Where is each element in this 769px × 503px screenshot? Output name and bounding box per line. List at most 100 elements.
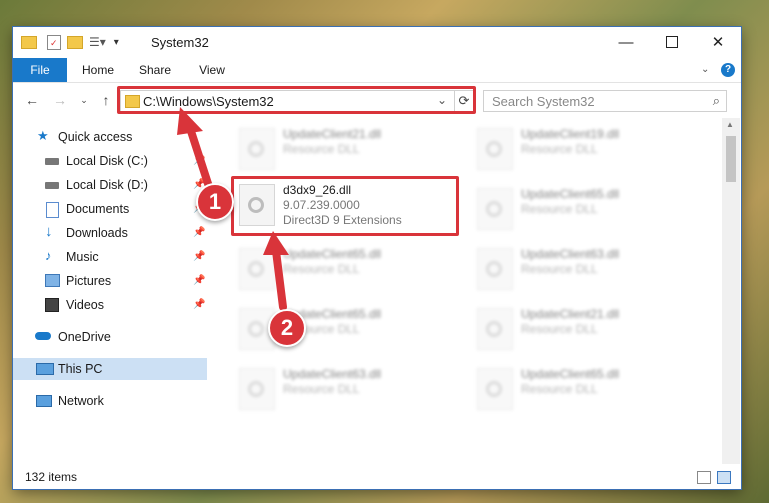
file-type: Resource DLL xyxy=(521,262,598,276)
forward-arrow-icon: → xyxy=(53,92,67,108)
sidebar-item-onedrive[interactable]: OneDrive xyxy=(13,326,207,348)
list-item[interactable]: UpdateClient21.dll Resource DLL xyxy=(233,124,463,172)
pin-icon: 📌 xyxy=(193,227,206,238)
search-icon: ⌕ xyxy=(712,93,720,108)
list-item[interactable]: UpdateClient65.dll Resource DLL xyxy=(471,184,701,232)
vertical-scrollbar[interactable]: ▲ xyxy=(722,118,740,464)
status-bar: 132 items xyxy=(13,465,741,489)
quick-access-toolbar: ✓ ☰▾ ▾ xyxy=(21,34,119,50)
tab-share[interactable]: Share xyxy=(131,58,179,82)
network-icon xyxy=(36,395,52,407)
file-list: UpdateClient21.dll Resource DLL UpdateCl… xyxy=(211,118,721,464)
sidebar-item-documents[interactable]: Documents 📌 xyxy=(13,198,207,220)
sidebar-item-label: Local Disk (C:) xyxy=(66,154,148,168)
address-highlight-box xyxy=(117,86,476,114)
tab-home[interactable]: Home xyxy=(75,58,121,82)
back-button[interactable]: ← xyxy=(23,92,41,108)
sidebar-item-label: OneDrive xyxy=(58,330,111,344)
download-icon: ↓ xyxy=(45,223,53,240)
sidebar-item-label: Documents xyxy=(66,202,130,216)
dll-file-icon xyxy=(477,368,513,410)
sidebar-item-label: Local Disk (D:) xyxy=(66,178,148,192)
sidebar-item-music[interactable]: ♪ Music 📌 xyxy=(13,246,207,268)
star-icon: ★ xyxy=(37,128,49,143)
new-folder-icon[interactable] xyxy=(67,35,83,49)
tab-view[interactable]: View xyxy=(189,58,235,82)
videos-icon xyxy=(45,298,59,312)
maximize-button[interactable] xyxy=(649,27,695,57)
pin-icon: 📌 xyxy=(193,275,206,286)
sidebar-item-pictures[interactable]: Pictures 📌 xyxy=(13,270,207,292)
file-type: Resource DLL xyxy=(283,382,360,396)
maximize-icon xyxy=(666,36,678,48)
ribbon: File Home Share View ⌄ ? xyxy=(13,58,741,83)
file-type: Resource DLL xyxy=(521,202,598,216)
file-type: Resource DLL xyxy=(521,142,598,156)
tab-file[interactable]: File xyxy=(13,58,67,82)
customize-icon[interactable]: ☰▾ xyxy=(89,35,106,49)
file-name: UpdateClient65.dll xyxy=(283,247,382,261)
dll-file-icon xyxy=(239,128,275,170)
computer-icon xyxy=(36,363,54,375)
search-input[interactable]: Search System32 ⌕ xyxy=(483,90,727,112)
file-type: Resource DLL xyxy=(521,322,598,336)
file-type: Resource DLL xyxy=(283,142,360,156)
music-icon: ♪ xyxy=(45,248,52,263)
close-button[interactable]: ✕ xyxy=(695,27,741,57)
list-item[interactable]: UpdateClient65.dll Resource DLL xyxy=(471,364,701,412)
file-name: UpdateClient63.dll xyxy=(521,247,620,261)
expand-ribbon-icon[interactable]: ⌄ xyxy=(701,64,709,75)
scrollbar-thumb[interactable] xyxy=(726,136,736,182)
sidebar-item-downloads[interactable]: ↓ Downloads 📌 xyxy=(13,222,207,244)
documents-icon xyxy=(46,202,59,218)
file-name: UpdateClient21.dll xyxy=(521,307,620,321)
list-item[interactable]: UpdateClient65.dll Resource DLL xyxy=(233,244,463,292)
minimize-button[interactable]: — xyxy=(603,27,649,57)
title-bar: ✓ ☰▾ ▾ System32 — ✕ xyxy=(13,27,741,58)
back-arrow-icon: ← xyxy=(25,92,39,108)
pin-icon: 📌 xyxy=(193,299,206,310)
pin-icon: 📌 xyxy=(193,155,206,166)
forward-button[interactable]: → xyxy=(51,92,69,108)
scroll-up-icon[interactable]: ▲ xyxy=(726,120,734,129)
sidebar-item-this-pc[interactable]: This PC xyxy=(13,358,207,380)
dll-file-icon xyxy=(239,248,275,290)
folder-icon[interactable] xyxy=(21,35,37,49)
sidebar-item-label: Network xyxy=(58,394,104,408)
file-name: UpdateClient63.dll xyxy=(283,367,382,381)
sidebar-item-local-disk-c[interactable]: Local Disk (C:) 📌 xyxy=(13,150,207,172)
window-title: System32 xyxy=(151,35,209,50)
properties-icon[interactable]: ✓ xyxy=(47,34,61,50)
sidebar-item-quick-access[interactable]: ★ Quick access xyxy=(13,126,207,148)
recent-locations-button[interactable]: ⌄ xyxy=(75,92,93,108)
details-view-icon[interactable] xyxy=(697,471,711,484)
help-icon[interactable]: ? xyxy=(721,63,735,77)
pin-icon: 📌 xyxy=(193,251,206,262)
list-item[interactable]: UpdateClient63.dll Resource DLL xyxy=(233,364,463,412)
file-type: Resource DLL xyxy=(283,262,360,276)
pictures-icon xyxy=(45,274,60,287)
large-icons-view-icon[interactable] xyxy=(717,471,731,484)
step-2-badge: 2 xyxy=(268,309,306,347)
drive-icon xyxy=(45,158,59,165)
sidebar-item-network[interactable]: Network xyxy=(13,390,207,412)
dll-file-icon xyxy=(477,128,513,170)
dropdown-icon[interactable]: ▾ xyxy=(114,37,119,48)
sidebar-item-videos[interactable]: Videos 📌 xyxy=(13,294,207,316)
list-item[interactable]: UpdateClient63.dll Resource DLL xyxy=(471,244,701,292)
sidebar-item-local-disk-d[interactable]: Local Disk (D:) 📌 xyxy=(13,174,207,196)
navigation-pane: ★ Quick access Local Disk (C:) 📌 Local D… xyxy=(13,118,209,464)
sidebar-item-label: Music xyxy=(66,250,99,264)
item-count: 132 items xyxy=(25,470,78,484)
list-item[interactable]: UpdateClient19.dll Resource DLL xyxy=(471,124,701,172)
file-name: UpdateClient19.dll xyxy=(521,127,620,141)
list-item[interactable]: UpdateClient21.dll Resource DLL xyxy=(471,304,701,352)
drive-icon xyxy=(45,182,59,189)
cloud-icon xyxy=(35,332,51,340)
minimize-icon: — xyxy=(618,33,634,51)
sidebar-item-label: Downloads xyxy=(66,226,128,240)
sidebar-item-label: Pictures xyxy=(66,274,112,288)
up-button[interactable]: ↑ xyxy=(97,92,115,108)
search-placeholder: Search System32 xyxy=(492,94,595,109)
file-type: Resource DLL xyxy=(521,382,598,396)
